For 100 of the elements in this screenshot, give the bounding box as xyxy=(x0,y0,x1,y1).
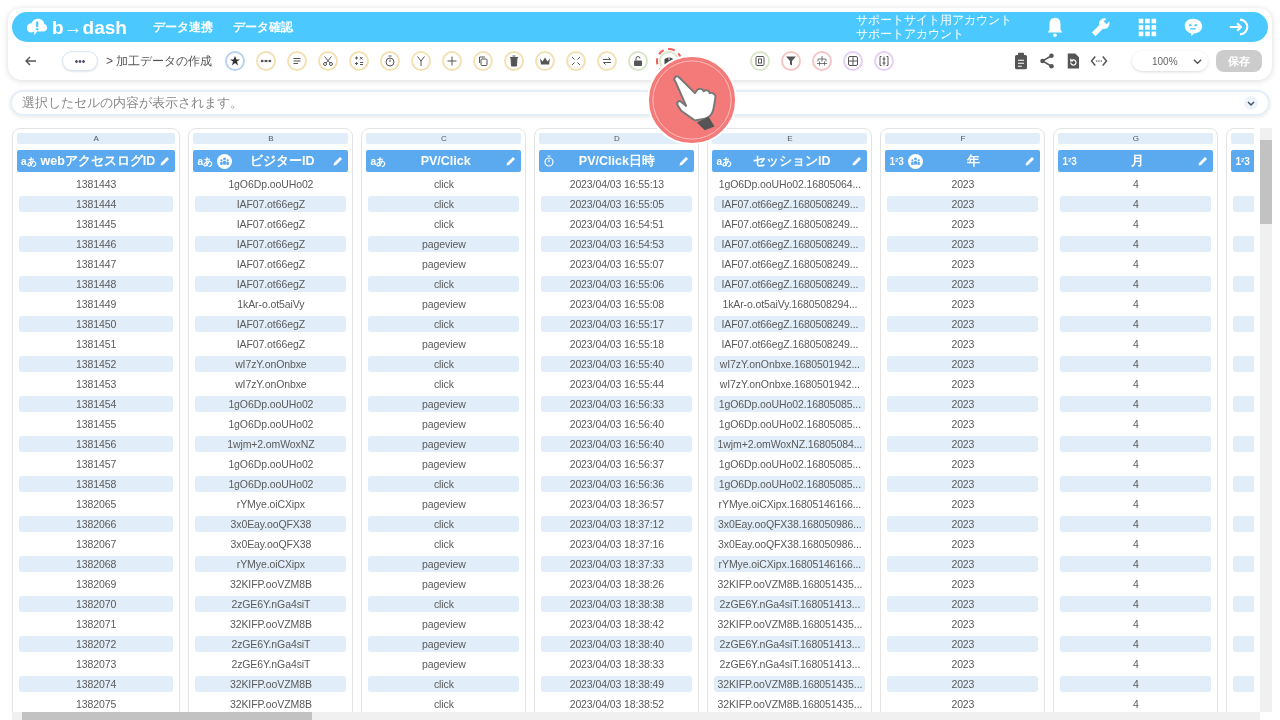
table-cell: 1gO6Dp.ooUHo02 xyxy=(195,396,347,412)
table-cell-text: 2023 xyxy=(950,177,976,192)
stopwatch-icon xyxy=(543,155,556,167)
copy-tool-button[interactable] xyxy=(473,51,494,71)
table-cell-text: 4 xyxy=(1132,457,1140,472)
table-cell: 2023 xyxy=(887,396,1039,412)
nav-link[interactable]: データ連携 xyxy=(142,18,223,36)
bracket-tool-button[interactable] xyxy=(874,51,895,71)
account-name: サポートアカウント xyxy=(856,27,965,41)
plus-icon xyxy=(446,55,459,67)
table-cell-text: 2023/04/03 18:37:16 xyxy=(568,537,666,552)
breadcrumb-more-button[interactable]: ••• xyxy=(62,51,98,71)
pencil-icon[interactable] xyxy=(678,155,691,167)
table-cell: IAF07.ot66egZ xyxy=(195,316,347,332)
column-header[interactable]: PV/Click日時 xyxy=(539,150,695,172)
column-letter[interactable]: F xyxy=(885,133,1041,144)
column-header[interactable]: 1²3 月 xyxy=(1058,150,1214,172)
table-cell: 2023/04/03 18:38:38 xyxy=(541,596,693,612)
column-header[interactable]: aあ セッションID xyxy=(712,150,868,172)
pencil-icon[interactable] xyxy=(851,155,864,167)
table-cell: 4 xyxy=(1060,676,1212,692)
pencil-icon[interactable] xyxy=(159,155,172,167)
pencil-icon[interactable] xyxy=(505,155,518,167)
table-cell-text: 4 xyxy=(1132,497,1140,512)
type-label: aあ xyxy=(197,154,213,169)
column-letter[interactable]: C xyxy=(366,133,522,144)
table-cell: 2zGE6Y.nGa4siT.168051413... xyxy=(714,596,866,612)
table-cell: 1wjm+2.omWoxNZ xyxy=(195,436,347,452)
shrink-tool-button[interactable] xyxy=(566,51,587,71)
lock-tool-button[interactable] xyxy=(628,51,649,71)
branch-tool-button[interactable] xyxy=(411,51,432,71)
column-header[interactable]: aあ PV/Click xyxy=(366,150,522,172)
table-cell: 3x0Eay.ooQFX38 xyxy=(195,516,347,532)
table-cell: 2023/04/03 16:56:33 xyxy=(541,396,693,412)
table-cell-text: wI7zY.onOnbxe xyxy=(234,377,308,392)
hierarchy-tool-button[interactable] xyxy=(812,51,833,71)
table-cell: wI7zY.onOnbxe.1680501942... xyxy=(714,356,866,372)
nav-link[interactable]: データ確認 xyxy=(222,18,303,36)
column-letter[interactable]: E xyxy=(712,133,868,144)
column-header[interactable]: 1²3 年 xyxy=(885,150,1041,172)
logo-text[interactable]: b→dash xyxy=(52,17,127,37)
zoom-select[interactable]: 100% xyxy=(1132,51,1208,71)
pencil-icon[interactable] xyxy=(332,155,345,167)
star-tool-button[interactable] xyxy=(225,51,246,71)
column-letter[interactable]: G xyxy=(1058,133,1214,144)
table-cell-text: 4 xyxy=(1132,337,1140,352)
cell-content-field[interactable]: 選択したセルの内容が表示されます。 xyxy=(10,90,1270,116)
table-cell-text: 3x0Eay.ooQFX38 xyxy=(229,537,313,552)
share-icon[interactable] xyxy=(1038,52,1056,70)
chevron-down-icon[interactable] xyxy=(1244,96,1258,110)
table-cell-text: 4 xyxy=(1132,697,1140,712)
calculator-tool-button[interactable] xyxy=(349,51,370,71)
table-cell: 1382074 xyxy=(19,676,174,692)
square-tool-button[interactable] xyxy=(750,51,771,71)
grid-icon xyxy=(847,55,860,67)
column-header[interactable]: aあ ビジターID xyxy=(193,150,349,172)
placeholder-text: 選択したセルの内容が表示されます。 xyxy=(22,94,243,112)
trash-tool-button[interactable] xyxy=(504,51,525,71)
type-label: aあ xyxy=(21,154,37,169)
table-cell: IAF07.ot66egZ xyxy=(195,236,347,252)
swap-tool-button[interactable] xyxy=(597,51,618,71)
table-cell-text: IAF07.ot66egZ.1680508249... xyxy=(720,257,860,272)
table-cell-text: pageview xyxy=(421,457,467,472)
back-arrow-icon[interactable] xyxy=(24,54,38,68)
column-letter[interactable]: A xyxy=(17,133,176,144)
vertical-scrollbar[interactable] xyxy=(1260,128,1272,712)
table-cell: 4 xyxy=(1060,236,1212,252)
table-cell-text: rYMye.oiCXipx xyxy=(235,497,306,512)
lines-tool-button[interactable] xyxy=(287,51,308,71)
table-cell-text: 1kAr-o.ot5aiVy.1680508294... xyxy=(721,297,859,312)
table-cell-text: 2023 xyxy=(950,617,976,632)
bracket-icon xyxy=(878,55,891,67)
table-cell-text: 4 xyxy=(1132,537,1140,552)
table-cell-text: 4 xyxy=(1132,217,1140,232)
table-cell: 1381450 xyxy=(19,316,174,332)
table-cell-text: pageview xyxy=(421,297,467,312)
table-cell-text: 32KIFP.ooVZM8B xyxy=(228,697,313,712)
table-cell-text: 2023 xyxy=(950,257,976,272)
column-header[interactable]: aあ webアクセスログID xyxy=(17,150,176,172)
crown-tool-button[interactable] xyxy=(535,51,556,71)
grid-tool-button[interactable] xyxy=(843,51,864,71)
table-cell: 2023 xyxy=(887,636,1039,652)
table-cell-text: IAF07.ot66egZ.1680508249... xyxy=(720,217,860,232)
pencil-icon[interactable] xyxy=(1024,155,1037,167)
table-cell-text: 4 xyxy=(1132,617,1140,632)
table-cell-text: 2023 xyxy=(950,657,976,672)
table-cell: 4 xyxy=(1060,316,1212,332)
table-cell: 4 xyxy=(1060,396,1212,412)
plus-tool-button[interactable] xyxy=(442,51,463,71)
dots-tool-button[interactable] xyxy=(256,51,277,71)
column-letter[interactable]: B xyxy=(193,133,349,144)
scissors-tool-button[interactable] xyxy=(318,51,339,71)
table-cell-text: 2023 xyxy=(950,297,976,312)
filter-tool-button[interactable] xyxy=(781,51,802,71)
pencil-icon[interactable] xyxy=(1197,155,1210,167)
table-cell: IAF07.ot66egZ xyxy=(195,276,347,292)
table-cell-text: 2023/04/03 18:36:57 xyxy=(568,497,666,512)
table-cell: wI7zY.onOnbxe xyxy=(195,356,347,372)
stopwatch-tool-button[interactable] xyxy=(380,51,401,71)
clipboard-icon[interactable] xyxy=(1012,52,1030,70)
